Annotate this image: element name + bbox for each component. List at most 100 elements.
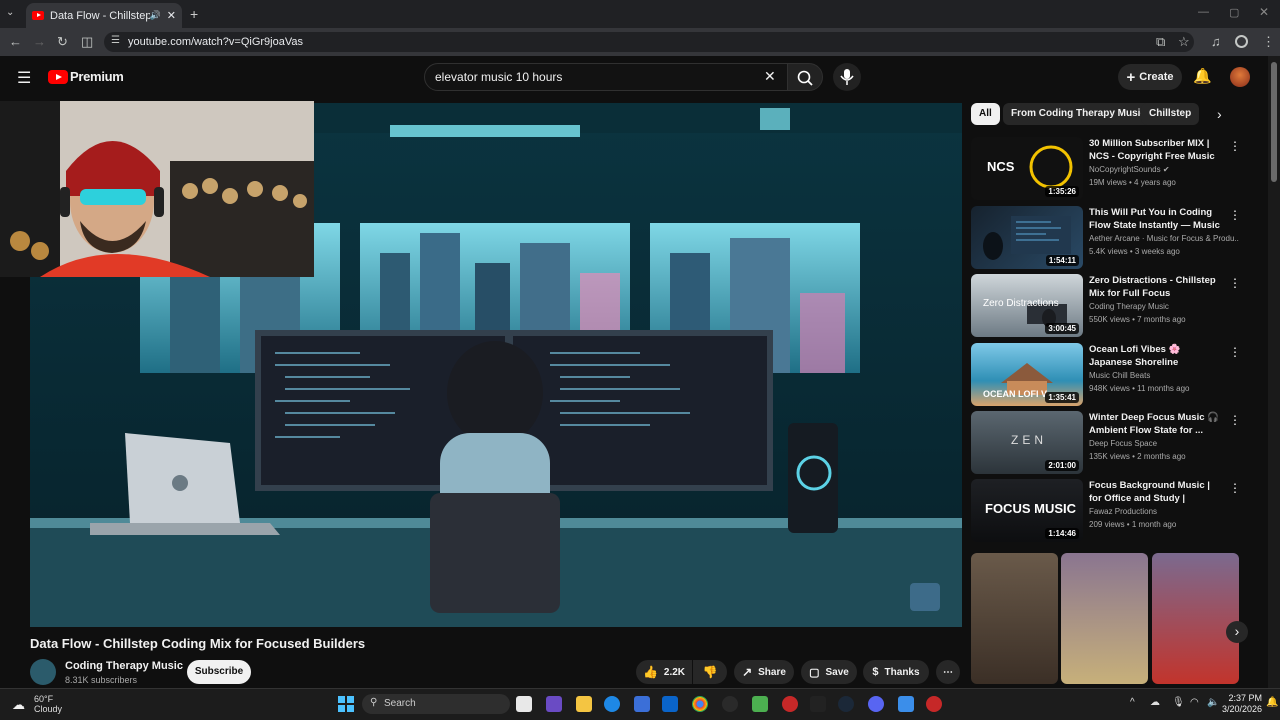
notification-center-icon[interactable]: 🔔 [1266, 697, 1278, 708]
thanks-button[interactable]: $ Thanks [863, 660, 929, 684]
youtube-logo-icon[interactable] [48, 70, 68, 84]
steam-icon[interactable] [838, 696, 854, 712]
channel-name[interactable]: Coding Therapy Music [65, 660, 183, 672]
thanks-label: Thanks [884, 666, 920, 678]
split-view-icon[interactable]: ◫ [81, 34, 93, 50]
reload-icon[interactable]: ↻ [57, 34, 68, 50]
video-meta: 209 views • 1 month ago [1089, 520, 1177, 529]
tab-list-icon[interactable]: ⌄ [6, 7, 14, 18]
bookmark-icon: ▢ [809, 666, 820, 679]
system-clock[interactable]: 2:37 PM 3/20/2026 [1222, 693, 1262, 715]
minimize-icon[interactable]: — [1198, 6, 1209, 18]
notifications-bell-icon[interactable]: 🔔 [1193, 67, 1212, 85]
channel-name: Fawaz Productions [1089, 507, 1158, 516]
more-options-icon[interactable]: ⋮ [1229, 276, 1241, 290]
youtube-premium-logo[interactable]: Premium [70, 69, 124, 84]
recommended-video[interactable]: ZEN 2:01:00 Winter Deep Focus Music 🎧 Am… [971, 411, 1251, 475]
video-thumbnail: NCS 1:35:26 [971, 137, 1083, 200]
video-thumbnail: ZEN 2:01:00 [971, 411, 1083, 474]
more-actions-button[interactable]: ⋯ [936, 660, 960, 684]
taskbar-search[interactable]: Search [362, 694, 510, 714]
recommended-video[interactable]: FOCUS MUSIC 1:14:46 Focus Background Mus… [971, 479, 1251, 543]
discord-icon[interactable] [868, 696, 884, 712]
chip-chillstep[interactable]: Chillstep [1141, 103, 1200, 125]
media-controls-icon[interactable]: ♫ [1211, 34, 1221, 49]
install-app-icon[interactable]: ⧉ [1156, 34, 1165, 50]
like-button[interactable]: 👍 2.2K [636, 660, 692, 684]
recording-app-icon[interactable] [926, 696, 942, 712]
volume-icon[interactable]: 🔈 [1207, 697, 1219, 708]
browser-tab[interactable]: Data Flow - Chillstep Coding 🔊 ✕ [26, 3, 182, 28]
video-title: Data Flow - Chillstep Coding Mix for Foc… [30, 636, 366, 651]
shorts-next-chevron-icon[interactable]: › [1226, 621, 1248, 643]
site-info-icon[interactable]: ☰ [111, 35, 120, 46]
more-options-icon[interactable]: ⋮ [1229, 413, 1241, 427]
app-icon[interactable] [782, 696, 798, 712]
profile-icon[interactable] [1235, 35, 1248, 48]
more-options-icon[interactable]: ⋮ [1229, 208, 1241, 222]
microphone-tray-icon[interactable]: 🎙 [1172, 697, 1185, 708]
close-tab-icon[interactable]: ✕ [167, 9, 176, 22]
url-field[interactable]: youtube.com/watch?v=QiGr9joaVas [104, 32, 1194, 52]
search-input[interactable]: elevator music 10 hours [424, 63, 788, 91]
short-thumbnail[interactable] [971, 553, 1058, 684]
share-button[interactable]: ↗ Share [734, 660, 794, 684]
short-thumbnail[interactable] [1152, 553, 1239, 684]
more-options-icon[interactable]: ⋮ [1229, 345, 1241, 359]
wifi-icon[interactable]: ◠ [1190, 697, 1199, 708]
super-thanks-icon: $ [872, 666, 879, 678]
chip-from-channel[interactable]: From Coding Therapy Music [1003, 103, 1155, 125]
video-meta: 550K views • 7 months ago [1089, 315, 1186, 324]
more-options-icon[interactable]: ⋮ [1229, 139, 1241, 153]
scrollbar-thumb[interactable] [1271, 62, 1277, 182]
outlook-icon[interactable] [662, 696, 678, 712]
task-view-icon[interactable] [516, 696, 532, 712]
video-duration: 3:00:45 [1045, 323, 1079, 334]
close-window-icon[interactable]: ✕ [1259, 5, 1269, 19]
voice-search-button[interactable] [833, 63, 861, 91]
subscribe-button[interactable]: Subscribe [187, 660, 251, 684]
forward-icon[interactable]: → [33, 34, 46, 49]
weather-icon[interactable]: ☁ [12, 697, 25, 713]
maximize-icon[interactable]: ▢ [1229, 6, 1239, 19]
notepad-icon[interactable] [898, 696, 914, 712]
minecraft-icon[interactable] [752, 696, 768, 712]
channel-avatar[interactable] [30, 659, 56, 685]
chip-all[interactable]: All [971, 103, 1000, 125]
save-button[interactable]: ▢ Save [801, 660, 857, 684]
audio-icon[interactable]: 🔊 [150, 10, 161, 21]
search-button[interactable] [787, 63, 823, 91]
clear-search-icon[interactable]: ✕ [764, 68, 776, 85]
recommended-video[interactable]: 1:54:11 This Will Put You in Coding Flow… [971, 206, 1251, 270]
hamburger-menu-icon[interactable]: ☰ [17, 68, 31, 88]
edge-browser-icon[interactable] [604, 696, 620, 712]
browser-menu-icon[interactable]: ⋮ [1262, 34, 1275, 50]
capcut-icon[interactable] [810, 696, 826, 712]
obs-icon[interactable] [722, 696, 738, 712]
share-label: Share [758, 666, 786, 678]
thumb-text: OCEAN LOFI V [983, 389, 1048, 399]
show-hidden-icons-icon[interactable]: ^ [1130, 697, 1135, 708]
short-thumbnail[interactable] [1061, 553, 1148, 684]
back-icon[interactable]: ← [9, 34, 22, 49]
network-icon[interactable]: ☁ [1150, 697, 1160, 708]
bookmark-star-icon[interactable]: ☆ [1178, 34, 1190, 50]
store-icon[interactable] [634, 696, 650, 712]
create-button[interactable]: + Create [1118, 64, 1182, 90]
recommended-video[interactable]: OCEAN LOFI V 1:35:41 Ocean Lofi Vibes 🌸 … [971, 343, 1251, 407]
video-title: 30 Million Subscriber MIX | NCS - Copyri… [1089, 138, 1215, 162]
dislike-button[interactable]: 👎 [693, 660, 727, 684]
file-explorer-icon[interactable] [576, 696, 592, 712]
more-options-icon[interactable]: ⋮ [1229, 481, 1241, 495]
copilot-icon[interactable] [546, 696, 562, 712]
recommended-video[interactable]: NCS 1:35:26 30 Million Subscriber MIX | … [971, 137, 1251, 201]
more-horizontal-icon: ⋯ [943, 666, 953, 678]
chevron-right-icon[interactable]: › [1217, 106, 1222, 122]
account-avatar[interactable] [1230, 67, 1250, 87]
new-tab-icon[interactable]: + [190, 6, 198, 22]
windows-start-icon[interactable] [338, 696, 354, 712]
recommended-video[interactable]: Zero Distractions 3:00:45 Zero Distracti… [971, 274, 1251, 338]
share-icon: ↗ [742, 665, 753, 679]
weather-widget[interactable]: 60°F Cloudy [34, 694, 62, 714]
chrome-icon[interactable] [692, 696, 708, 712]
